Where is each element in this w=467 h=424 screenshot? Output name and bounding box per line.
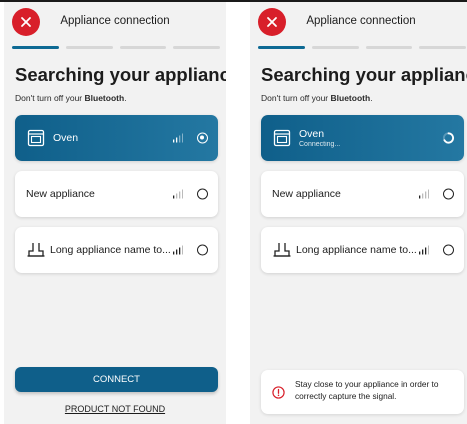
progress-segment — [119, 46, 167, 49]
signal-strength-icon — [173, 189, 183, 199]
appliance-name: Oven — [53, 132, 79, 144]
screen-select-appliance: Appliance connection Searching your appl… — [4, 2, 226, 424]
signal-strength-icon — [173, 133, 183, 143]
connection-status: Connecting... — [299, 141, 341, 148]
warning-icon — [272, 386, 285, 399]
hood-icon — [27, 243, 45, 257]
hood-icon — [273, 243, 291, 257]
page-title: Searching your appliance — [261, 64, 467, 85]
progress-segment — [365, 46, 413, 49]
progress-segment — [258, 46, 305, 49]
progress-segment — [65, 46, 113, 49]
appliance-card-long[interactable]: Long appliance name to... — [261, 227, 464, 273]
appliance-card-long[interactable]: Long appliance name to... — [15, 227, 218, 273]
loading-spinner-icon — [442, 132, 455, 144]
product-not-found-link[interactable]: PRODUCT NOT FOUND — [4, 404, 226, 414]
appliance-name: Long appliance name to... — [50, 244, 171, 256]
step-progress — [258, 46, 466, 49]
header: Appliance connection — [4, 2, 226, 40]
progress-segment — [12, 46, 59, 49]
step-progress — [12, 46, 220, 49]
appliance-card-oven[interactable]: Oven Connecting... — [261, 115, 464, 161]
header: Appliance connection — [250, 2, 467, 40]
bluetooth-hint: Don't turn off your Bluetooth. — [261, 93, 373, 103]
signal-notice: Stay close to your appliance in order to… — [261, 370, 464, 414]
header-title: Appliance connection — [306, 15, 416, 27]
radio-unselected[interactable] — [197, 244, 208, 256]
notice-text: Stay close to your appliance in order to… — [295, 379, 439, 401]
radio-unselected[interactable] — [443, 244, 454, 256]
appliance-card-new[interactable]: New appliance — [15, 171, 218, 217]
header-title: Appliance connection — [60, 15, 170, 27]
appliance-name: Long appliance name to... — [296, 244, 417, 256]
appliance-name: New appliance — [272, 188, 341, 200]
oven-icon — [273, 129, 291, 147]
radio-unselected[interactable] — [197, 188, 208, 200]
page-title: Searching your appliance — [15, 64, 226, 85]
radio-unselected[interactable] — [443, 188, 454, 200]
appliance-name: New appliance — [26, 188, 95, 200]
screen-connecting: Appliance connection Searching your appl… — [250, 2, 467, 424]
signal-strength-icon — [173, 245, 183, 255]
oven-icon — [27, 129, 45, 147]
progress-segment — [173, 46, 220, 49]
appliance-card-new[interactable]: New appliance — [261, 171, 464, 217]
progress-segment — [419, 46, 466, 49]
radio-selected[interactable] — [197, 132, 208, 144]
bluetooth-hint: Don't turn off your Bluetooth. — [15, 93, 127, 103]
appliance-name: Oven — [299, 128, 325, 140]
signal-strength-icon — [419, 189, 429, 199]
appliance-card-oven[interactable]: Oven — [15, 115, 218, 161]
connect-button[interactable]: CONNECT — [15, 367, 218, 392]
progress-segment — [311, 46, 359, 49]
signal-strength-icon — [419, 245, 429, 255]
